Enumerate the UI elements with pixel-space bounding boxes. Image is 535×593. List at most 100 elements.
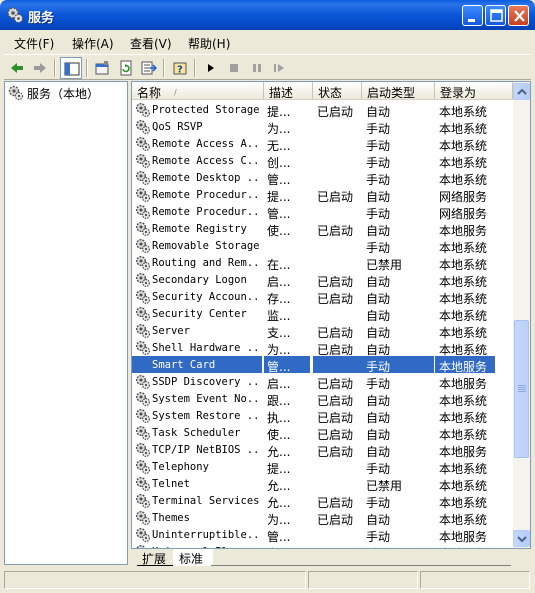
service-status: 已启动 <box>317 445 354 458</box>
column-header-description[interactable]: 描述 <box>264 82 313 100</box>
service-startup-type: 自动 <box>366 309 391 322</box>
service-logon-as: 本地系统 <box>439 122 488 135</box>
service-startup-type: 手动 <box>366 122 391 135</box>
service-name: Server <box>152 325 190 337</box>
service-startup-type: 自动 <box>366 428 391 441</box>
service-name: Remote Access C... <box>152 155 262 167</box>
service-row[interactable]: System Event No... 跟... 已启动 自动 本地系统 <box>132 390 513 407</box>
stop-service-icon[interactable] <box>223 57 245 79</box>
forward-arrow-icon[interactable] <box>29 57 51 79</box>
properties-icon[interactable] <box>91 57 113 79</box>
service-status <box>313 475 362 492</box>
service-name: Shell Hardware ... <box>152 342 262 354</box>
service-row[interactable]: Remote Access C... 创... 手动 本地系统 <box>132 152 513 169</box>
minimize-button[interactable] <box>462 5 483 26</box>
service-row[interactable]: Protected Storage 提... 已启动 自动 本地系统 <box>132 101 513 118</box>
status-panel <box>420 571 530 589</box>
chevron-up-icon <box>517 88 527 95</box>
service-row[interactable]: TCP/IP NetBIOS ... 允... 已启动 自动 本地服务 <box>132 441 513 458</box>
scroll-thumb[interactable] <box>514 320 529 458</box>
service-description: 监... <box>267 309 291 322</box>
service-status <box>313 169 362 186</box>
restart-service-icon[interactable] <box>269 57 291 79</box>
service-description: 允... <box>267 479 291 492</box>
service-startup-type: 手动 <box>362 356 434 373</box>
service-name: Remote Procedur... <box>152 206 262 218</box>
column-header-logon-as[interactable]: 登录为 <box>435 82 513 100</box>
service-startup-type: 自动 <box>366 292 391 305</box>
service-row[interactable]: Secondary Logon 启... 已启动 自动 本地系统 <box>132 271 513 288</box>
help-icon[interactable]: ? <box>169 57 191 79</box>
service-startup-type: 手动 <box>366 173 391 186</box>
start-service-icon[interactable] <box>200 57 222 79</box>
service-row[interactable]: Smart Card 管... 手动 本地服务 <box>132 356 513 373</box>
service-row[interactable]: Security Accoun... 存... 已启动 自动 本地系统 <box>132 288 513 305</box>
column-header-status[interactable]: 状态 <box>313 82 362 100</box>
service-row[interactable]: Shell Hardware ... 为... 已启动 自动 本地系统 <box>132 339 513 356</box>
refresh-icon[interactable] <box>115 57 137 79</box>
service-description: 无... <box>267 139 291 152</box>
title-bar[interactable]: 服务 <box>0 0 535 30</box>
back-arrow-icon[interactable] <box>6 57 28 79</box>
service-row[interactable]: Remote Procedur... 管... 手动 网络服务 <box>132 203 513 220</box>
service-description: 管... <box>267 530 291 543</box>
menu-view[interactable]: 查看(V) <box>130 35 172 52</box>
service-row[interactable]: Terminal Services 允... 已启动 手动 本地系统 <box>132 492 513 509</box>
service-description: 提... <box>267 190 291 203</box>
service-name: TCP/IP NetBIOS ... <box>152 444 262 456</box>
pause-service-icon[interactable] <box>246 57 268 79</box>
scroll-down-button[interactable] <box>513 530 530 547</box>
service-name: Protected Storage <box>152 104 260 116</box>
service-row[interactable]: SSDP Discovery ... 启... 已启动 手动 本地服务 <box>132 373 513 390</box>
service-row[interactable]: Telephony 提... 手动 本地系统 <box>132 458 513 475</box>
service-description: 存... <box>267 292 291 305</box>
menu-action[interactable]: 操作(A) <box>72 35 114 52</box>
service-row[interactable]: Themes 为... 已启动 自动 本地系统 <box>132 509 513 526</box>
service-startup-type: 已禁用 <box>366 479 403 492</box>
service-name: Remote Desktop ... <box>152 172 262 184</box>
service-row[interactable]: Routing and Rem... 在... 已禁用 本地系统 <box>132 254 513 271</box>
service-row[interactable]: Security Center 监... 自动 本地系统 <box>132 305 513 322</box>
menu-file[interactable]: 文件(F) <box>14 35 54 52</box>
service-name: Secondary Logon <box>152 274 247 286</box>
service-row[interactable]: Remote Registry 使... 已启动 自动 本地服务 <box>132 220 513 237</box>
service-row[interactable]: QoS RSVP 为... 手动 本地系统 <box>132 118 513 135</box>
service-row[interactable]: Uninterruptible... 管... 手动 本地服务 <box>132 526 513 543</box>
service-logon-as: 本地服务 <box>439 224 488 237</box>
service-row[interactable]: Telnet 允... 已禁用 本地系统 <box>132 475 513 492</box>
maximize-button[interactable] <box>485 5 506 26</box>
column-header-name[interactable]: 名称 / <box>132 82 264 100</box>
service-row[interactable]: Removable Storage 手动 本地系统 <box>132 237 513 254</box>
tab-extended[interactable]: 扩展 <box>137 549 177 566</box>
service-startup-type: 自动 <box>366 105 391 118</box>
service-logon-as: 本地系统 <box>439 105 488 118</box>
close-button[interactable] <box>508 5 529 26</box>
service-startup-type: 自动 <box>366 343 391 356</box>
tab-standard[interactable]: 标准 <box>173 549 213 566</box>
column-header-startup-type[interactable]: 启动类型 <box>362 82 435 100</box>
service-logon-as: 本地系统 <box>439 411 488 424</box>
menu-help[interactable]: 帮助(H) <box>188 35 230 52</box>
service-row[interactable]: Server 支... 已启动 自动 本地系统 <box>132 322 513 339</box>
service-logon-as: 本地系统 <box>439 156 488 169</box>
service-name: Remote Procedur... <box>152 189 262 201</box>
tree-item-services-local[interactable]: 服务（本地） <box>7 84 99 101</box>
service-description: 创... <box>267 156 291 169</box>
service-startup-type: 已禁用 <box>366 258 403 271</box>
service-row[interactable]: Remote Desktop ... 管... 手动 本地系统 <box>132 169 513 186</box>
service-row[interactable]: Remote Procedur... 提... 已启动 自动 网络服务 <box>132 186 513 203</box>
column-header-label: 登录为 <box>440 86 477 100</box>
console-tree: 服务（本地） <box>4 81 128 565</box>
service-name: Remote Access A... <box>152 138 262 150</box>
service-name: Themes <box>152 512 190 524</box>
services-icon <box>6 6 24 24</box>
vertical-scrollbar[interactable] <box>513 82 530 548</box>
show-hide-tree-icon[interactable] <box>60 57 82 79</box>
service-row[interactable]: System Restore ... 执... 已启动 自动 本地系统 <box>132 407 513 424</box>
export-list-icon[interactable] <box>138 57 160 79</box>
service-row[interactable]: Task Scheduler 使... 已启动 自动 本地系统 <box>132 424 513 441</box>
scroll-up-button[interactable] <box>513 83 530 100</box>
service-logon-as: 本地系统 <box>439 241 488 254</box>
column-header-label: 名称 <box>137 86 162 100</box>
service-row[interactable]: Remote Access A... 无... 手动 本地系统 <box>132 135 513 152</box>
